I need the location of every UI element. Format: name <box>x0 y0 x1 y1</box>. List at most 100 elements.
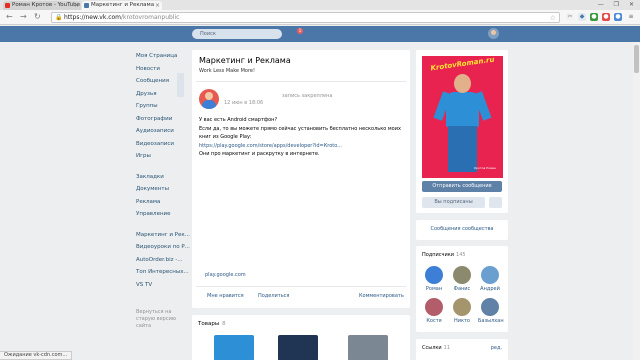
community-photo[interactable]: KrotovRoman.ru Кротов Роман <box>422 56 503 178</box>
subscriber-name: Базылхан <box>478 318 504 324</box>
share-button[interactable]: Поделиться <box>258 293 289 299</box>
sidebar-item-documents[interactable]: Документы <box>136 183 188 196</box>
good-item[interactable] <box>348 335 388 360</box>
avatar[interactable] <box>488 28 499 39</box>
community-status: Work Less Make More! <box>199 68 255 74</box>
post-text: У вас есть Android смартфон? Если да, то… <box>199 116 401 159</box>
extension-icon[interactable]: ● <box>614 13 622 21</box>
vk-header: Поиск 1 <box>0 26 640 42</box>
photo-shape <box>454 74 471 93</box>
subscriber-item[interactable]: Роман <box>422 266 446 292</box>
link-domain[interactable]: play.google.com <box>205 272 246 278</box>
back-arrow-icon[interactable]: ← <box>6 12 13 22</box>
sidebar-community-link[interactable]: Маркетинг и Рек... <box>136 229 190 242</box>
sidebar-item-audio[interactable]: Аудиозаписи <box>136 125 188 138</box>
extension-icon[interactable]: ● <box>602 13 610 21</box>
sidebar-item-groups[interactable]: Группы <box>136 100 188 113</box>
left-menu: Моя Страница Новости Сообщения Друзья Гр… <box>136 50 190 330</box>
sidebar-item-bookmarks[interactable]: Закладки <box>136 171 188 184</box>
vk-favicon-icon <box>84 3 89 8</box>
post-date[interactable]: 12 июн в 18:06 <box>224 100 263 106</box>
scrollbar-thumb[interactable] <box>634 45 639 73</box>
post-line: Если да, то вы можете прямо сейчас устан… <box>199 125 401 132</box>
subscriber-item[interactable]: Никто <box>450 298 474 324</box>
browser-toolbar: ← → ↻ 🔒 https://new.vk.com/krotovromanpu… <box>0 10 640 25</box>
page-title: Маркетинг и Реклама <box>199 56 291 65</box>
send-message-button[interactable]: Отправить сообщение <box>422 181 502 192</box>
photo-brand-text: KrotovRoman.ru <box>430 56 495 73</box>
menu-icon[interactable]: ≡ <box>627 13 635 21</box>
subscriber-name: Фанис <box>453 286 471 292</box>
reload-icon[interactable]: ↻ <box>34 12 41 22</box>
subscriber-item[interactable]: Базылхан <box>478 298 504 324</box>
post-author-avatar[interactable] <box>199 89 219 109</box>
vk-extension-icon[interactable]: ◆ <box>578 13 586 21</box>
good-item[interactable] <box>214 335 254 360</box>
sidebar-item-ads[interactable]: Реклама <box>136 196 188 209</box>
edit-links-link[interactable]: ред. <box>491 345 502 351</box>
links-card: Ссылки 11 ред. <box>416 339 508 360</box>
page-scrollbar[interactable] <box>633 42 640 360</box>
sidebar-item-friends[interactable]: Друзья <box>136 88 188 101</box>
url-text: https://new.vk.com/krotovromanpublic <box>64 14 180 21</box>
sidebar-community-link[interactable]: Топ Интересных... <box>136 266 189 279</box>
avatar <box>425 298 443 316</box>
sidebar-item-games[interactable]: Игры <box>136 150 188 163</box>
browser-status-bar: Ожидание vk-cdn.com... <box>0 351 73 360</box>
links-title[interactable]: Ссылки 11 <box>422 345 450 351</box>
divider <box>196 81 406 82</box>
comment-button[interactable]: Комментировать <box>359 293 404 299</box>
subscribers-card: Подписчики 145 Роман Фанис Андрей Костя Н… <box>416 246 508 332</box>
avatar <box>453 298 471 316</box>
notifications-badge[interactable]: 1 <box>297 28 303 34</box>
old-version-link[interactable]: Вернуться на старую версию сайта <box>136 309 188 330</box>
forward-arrow-icon[interactable]: → <box>20 12 27 22</box>
good-item[interactable] <box>278 335 318 360</box>
bookmark-star-icon[interactable]: ☆ <box>550 13 556 23</box>
sidebar-item-videos[interactable]: Видеозаписи <box>136 138 188 151</box>
community-card: Маркетинг и Реклама Work Less Make More!… <box>192 50 410 308</box>
community-messages-link[interactable]: Сообщения сообщества <box>416 226 508 232</box>
sidebar-item-manage[interactable]: Управление <box>136 208 188 221</box>
search-input[interactable]: Поиск <box>192 29 282 39</box>
menu-separator <box>136 163 188 171</box>
close-tab-icon[interactable]: × <box>155 1 160 10</box>
more-actions-button[interactable] <box>489 197 502 208</box>
window-controls[interactable]: — ❐ ✕ <box>598 0 638 9</box>
extension-icon[interactable]: ● <box>590 13 598 21</box>
like-button[interactable]: Мне нравится <box>207 293 244 299</box>
photo-shape <box>446 92 479 127</box>
extension-icon[interactable]: ✂ <box>566 13 574 21</box>
pinned-label: запись закреплена <box>282 93 333 99</box>
subscriber-item[interactable]: Фанис <box>450 266 474 292</box>
post-line: книг из Google Play: <box>199 134 252 140</box>
goods-title[interactable]: Товары 8 <box>198 321 226 327</box>
subscribed-button[interactable]: Вы подписаны <box>422 197 485 208</box>
subscriber-name: Никто <box>453 318 470 324</box>
subscriber-item[interactable]: Костя <box>422 298 446 324</box>
menu-separator <box>136 221 188 229</box>
post-line: Они про маркетинг и раскрутку в интернет… <box>199 151 320 157</box>
sidebar-community-link[interactable]: VS TV <box>136 279 188 292</box>
sidebar-item-messages[interactable]: Сообщения <box>136 75 188 88</box>
subscribers-title[interactable]: Подписчики 145 <box>422 252 466 258</box>
sidebar-community-link[interactable]: Видеоуроки по Р... <box>136 241 190 254</box>
subscriber-item[interactable]: Андрей <box>478 266 502 292</box>
sidebar-item-photos[interactable]: Фотографии <box>136 113 188 126</box>
lock-icon: 🔒 <box>55 14 63 21</box>
sidebar-item-my-page[interactable]: Моя Страница <box>136 50 188 63</box>
subscriber-name: Роман <box>425 286 443 292</box>
close-tab-icon[interactable]: × <box>74 1 79 10</box>
photo-caption: Кротов Роман <box>474 166 496 170</box>
photo-shape <box>448 126 477 172</box>
goods-card: Товары 8 <box>192 315 410 360</box>
youtube-favicon-icon <box>5 3 10 8</box>
browser-tab-youtube[interactable]: Роман Кротов - YouTube × <box>3 1 81 10</box>
sidebar-item-news[interactable]: Новости <box>136 63 188 76</box>
browser-tab-vk[interactable]: Маркетинг и Реклама × <box>82 1 162 10</box>
subscriber-name: Костя <box>426 318 442 324</box>
address-bar[interactable]: 🔒 https://new.vk.com/krotovromanpublic ☆ <box>51 12 560 23</box>
sidebar-community-link[interactable]: AutoOrder.biz -... <box>136 254 188 267</box>
post-link[interactable]: https://play.google.com/store/apps/devel… <box>199 142 399 151</box>
profile-photo-card: KrotovRoman.ru Кротов Роман Отправить со… <box>416 50 508 213</box>
